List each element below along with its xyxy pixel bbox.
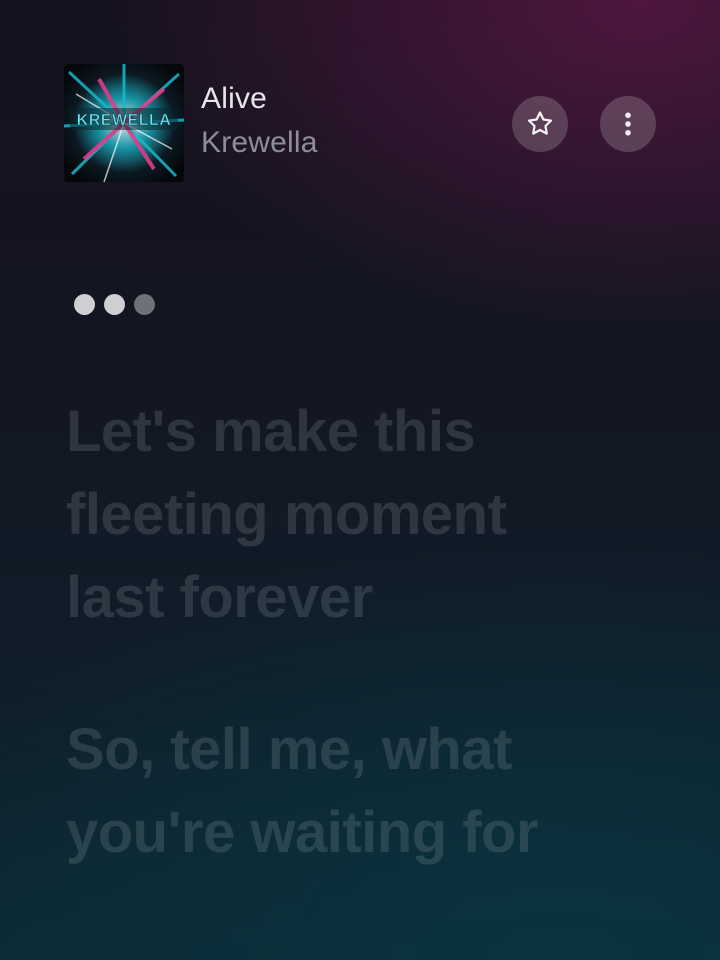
lyric-line[interactable]: So, tell me, what [66,708,686,791]
more-options-button[interactable] [600,96,656,152]
lyric-stanza-break [66,639,686,708]
progress-dot [74,294,95,315]
progress-dot [104,294,125,315]
lyric-line[interactable]: you're waiting for [66,791,686,874]
album-art-image: KREWELLA [64,64,184,182]
svg-text:KREWELLA: KREWELLA [77,112,172,129]
lyric-line[interactable]: Let's make this [66,390,686,473]
now-playing-header: KREWELLA Alive Krewella [64,64,656,182]
album-art[interactable]: KREWELLA [64,64,184,182]
lyric-line[interactable]: fleeting moment [66,473,686,556]
more-vertical-icon [625,112,631,136]
lyrics-panel[interactable]: Let's make this fleeting moment last for… [66,390,686,874]
track-title: Alive [201,82,268,115]
favorite-button[interactable] [512,96,568,152]
instrumental-progress-dots [74,294,155,315]
star-icon [527,111,553,135]
track-artist[interactable]: Krewella [201,126,318,160]
progress-dot [134,294,155,315]
lyric-line[interactable]: last forever [66,556,686,639]
